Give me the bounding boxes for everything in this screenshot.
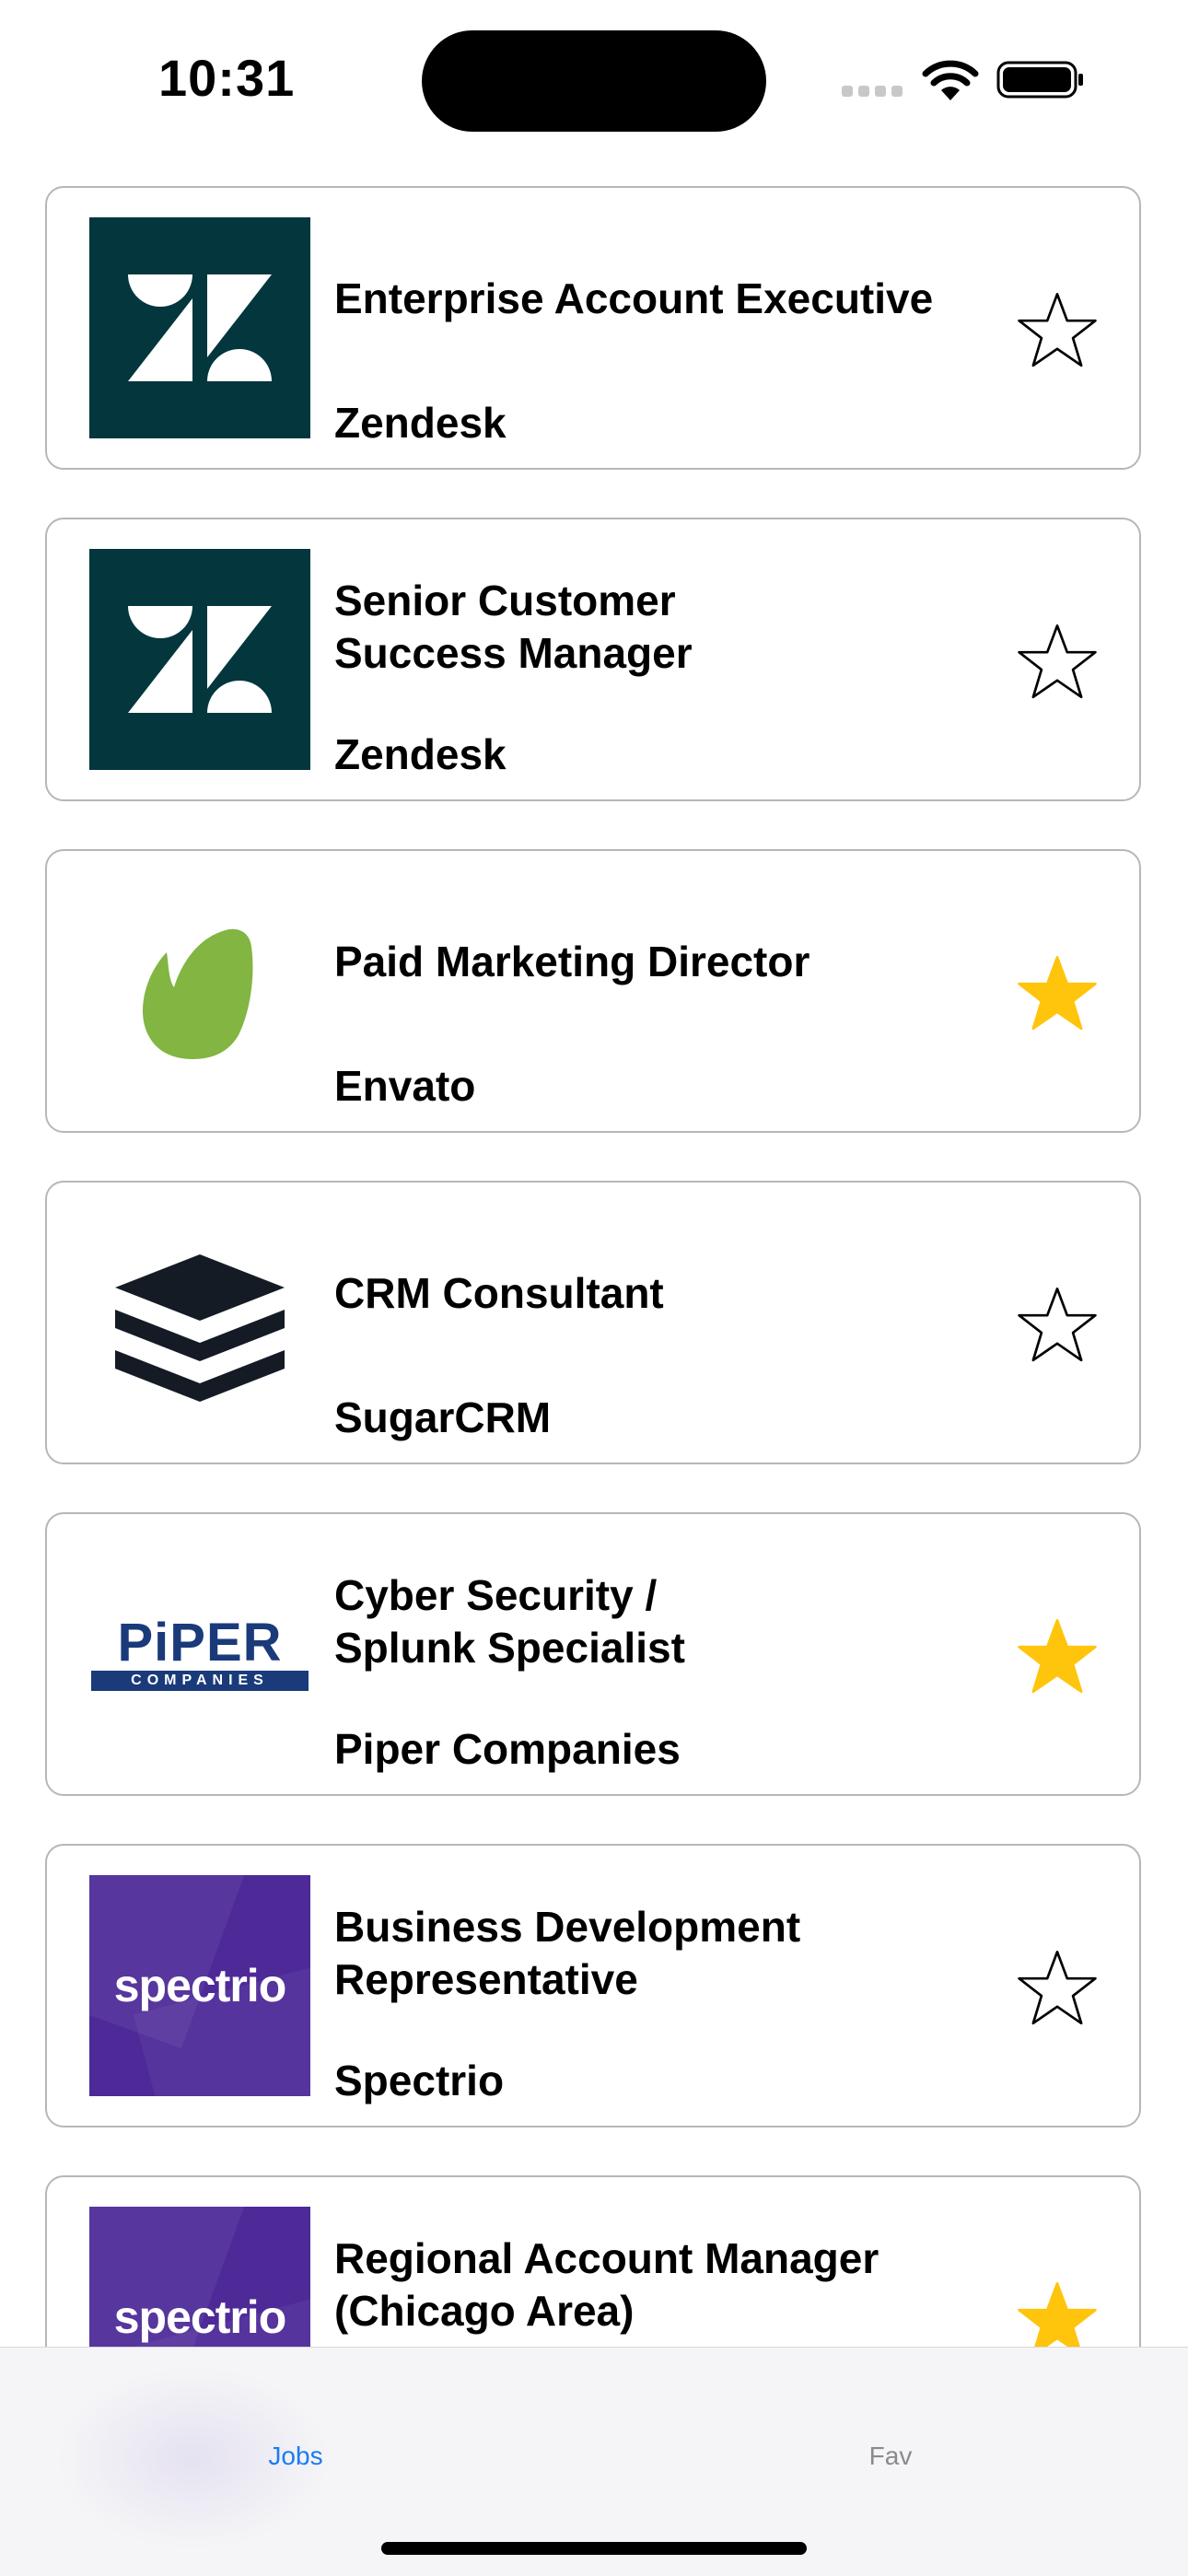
job-title: Business Development Representative [334, 1903, 801, 2003]
home-indicator[interactable] [381, 2542, 807, 2555]
star-filled-icon[interactable] [1016, 1615, 1099, 1698]
envato-logo [89, 880, 310, 1102]
company-name: Envato [334, 1062, 476, 1110]
job-title: Senior Customer Success Manager [334, 577, 693, 677]
job-title: Paid Marketing Director [334, 938, 810, 985]
zendesk-logo [89, 549, 310, 770]
job-card[interactable]: PiPER COMPANIES Cyber Security / Splunk … [45, 1512, 1141, 1796]
job-title: CRM Consultant [334, 1269, 664, 1317]
spectrio-wordmark: spectrio [113, 1960, 287, 2011]
tab-fav[interactable]: Fav [798, 2442, 983, 2471]
star-outline-icon[interactable] [1016, 1284, 1099, 1367]
zendesk-logo [89, 217, 310, 438]
piper-logo: PiPER COMPANIES [89, 1544, 310, 1765]
star-outline-icon[interactable] [1016, 621, 1099, 704]
job-title: Regional Account Manager (Chicago Area) [334, 2234, 879, 2335]
job-card[interactable]: CRM Consultant SugarCRM [45, 1181, 1141, 1464]
spectrio-logo: spectrio [89, 1875, 310, 2096]
dynamic-island [422, 30, 766, 132]
sugarcrm-logo [89, 1212, 310, 1433]
cellular-signal-icon [842, 86, 904, 99]
star-filled-icon[interactable] [1016, 952, 1099, 1035]
status-time: 10:31 [158, 49, 296, 107]
company-name: Piper Companies [334, 1725, 681, 1773]
spectrio-wordmark: spectrio [113, 2291, 287, 2343]
company-name: Zendesk [334, 730, 507, 778]
job-card[interactable]: Paid Marketing Director Envato [45, 849, 1141, 1133]
job-title: Enterprise Account Executive [334, 274, 934, 322]
star-outline-icon[interactable] [1016, 289, 1099, 372]
job-card[interactable]: Senior Customer Success Manager Zendesk [45, 518, 1141, 801]
battery-icon [996, 61, 1083, 99]
job-card[interactable]: spectrio Business Development Representa… [45, 1844, 1141, 2127]
job-title: Cyber Security / Splunk Specialist [334, 1571, 685, 1672]
star-outline-icon[interactable] [1016, 1947, 1099, 2030]
company-name: SugarCRM [334, 1393, 552, 1441]
status-bar: 10:31 [0, 0, 1188, 166]
job-card[interactable]: Enterprise Account Executive Zendesk [45, 186, 1141, 470]
company-name: Spectrio [334, 2057, 505, 2104]
tab-jobs[interactable]: Jobs [204, 2442, 388, 2471]
piper-subtext: COMPANIES [91, 1671, 309, 1691]
wifi-icon [922, 60, 979, 100]
piper-wordmark: PiPER [117, 1613, 283, 1673]
company-name: Zendesk [334, 399, 507, 447]
